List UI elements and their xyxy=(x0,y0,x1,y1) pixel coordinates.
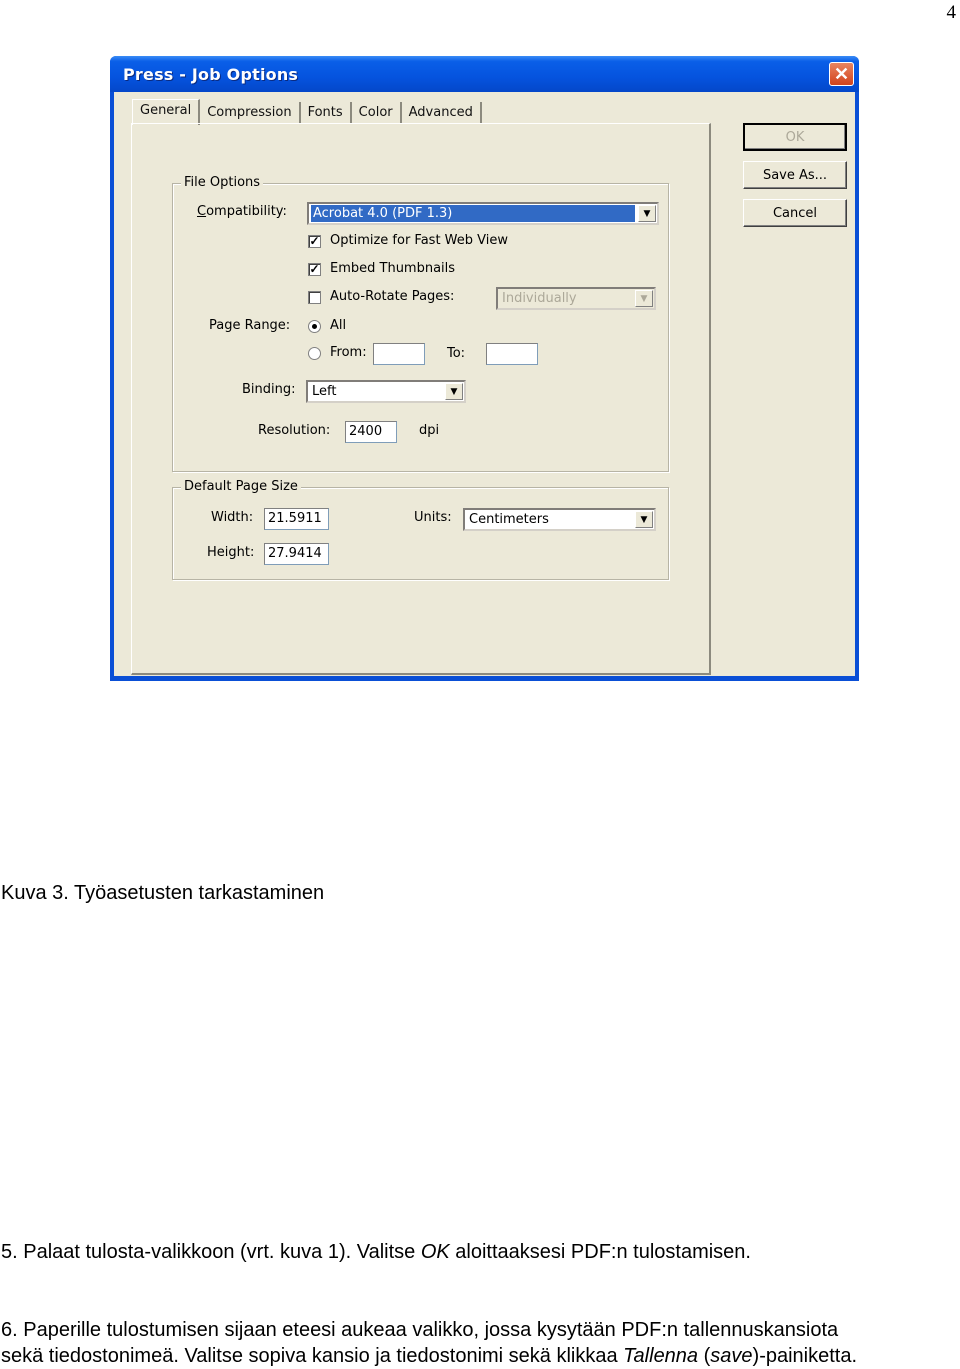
units-label: Units: xyxy=(414,510,452,525)
page-range-all-label: All xyxy=(330,318,347,333)
height-label: Height: xyxy=(207,545,255,560)
radio-selected-dot xyxy=(312,324,317,329)
save-as-button[interactable]: Save As... xyxy=(743,161,847,189)
height-input[interactable]: 27.9414 xyxy=(264,543,329,565)
figure-caption: Kuva 3. Työasetusten tarkastaminen xyxy=(1,882,325,904)
dialog-title: Press - Job Options xyxy=(123,65,299,84)
tab-general[interactable]: General xyxy=(132,99,201,125)
checkmark-icon: ✓ xyxy=(309,234,320,248)
chevron-down-icon[interactable]: ▼ xyxy=(635,511,653,528)
cancel-button[interactable]: Cancel xyxy=(743,199,847,227)
step-6-paren: ( xyxy=(698,1345,711,1367)
file-options-group: File Options Compatibility: Acrobat 4.0 … xyxy=(172,175,669,472)
width-input[interactable]: 21.5911 xyxy=(264,508,329,530)
from-page-input[interactable] xyxy=(373,343,425,365)
job-options-dialog: Press - Job Options ✕ General Compressio… xyxy=(110,56,859,681)
compatibility-value: Acrobat 4.0 (PDF 1.3) xyxy=(311,205,635,222)
units-select[interactable]: Centimeters ▼ xyxy=(463,508,656,531)
compatibility-select[interactable]: Acrobat 4.0 (PDF 1.3) ▼ xyxy=(307,202,659,225)
title-bar[interactable]: Press - Job Options ✕ xyxy=(110,56,859,92)
resolution-label: Resolution: xyxy=(258,423,331,438)
optimize-checkbox[interactable]: ✓ xyxy=(308,235,321,248)
general-tab-panel: File Options Compatibility: Acrobat 4.0 … xyxy=(131,123,711,675)
chevron-down-icon[interactable]: ▼ xyxy=(638,205,656,222)
auto-rotate-select[interactable]: Individually ▼ xyxy=(496,287,656,310)
binding-select[interactable]: Left ▼ xyxy=(306,380,466,403)
chevron-down-icon[interactable]: ▼ xyxy=(635,290,653,307)
step-6-text: sekä tiedostonimeä. Valitse sopiva kansi… xyxy=(1,1345,624,1367)
dialog-client-area: General Compression Fonts Color Advanced… xyxy=(114,92,855,676)
resolution-unit: dpi xyxy=(419,423,440,438)
tallenna-emphasis: Tallenna xyxy=(623,1345,699,1367)
step-5-paragraph: 5. Palaat tulosta-valikkoon (vrt. kuva 1… xyxy=(1,1239,751,1265)
resolution-input[interactable]: 2400 xyxy=(345,421,397,443)
tab-strip: General Compression Fonts Color Advanced xyxy=(132,98,482,125)
page-number: 4 xyxy=(946,2,957,23)
page-size-legend: Default Page Size xyxy=(181,479,301,494)
binding-label: Binding: xyxy=(242,382,296,397)
step-5-ok-emphasis: OK xyxy=(420,1241,450,1263)
step-6-line-1: 6. Paperille tulostumisen sijaan eteesi … xyxy=(1,1319,839,1341)
auto-rotate-checkbox[interactable] xyxy=(308,291,321,304)
tab-color[interactable]: Color xyxy=(351,102,402,124)
optimize-label: Optimize for Fast Web View xyxy=(330,233,509,248)
embed-thumbnails-checkbox[interactable]: ✓ xyxy=(308,263,321,276)
ok-button[interactable]: OK xyxy=(743,123,847,151)
compatibility-label: Compatibility: xyxy=(197,204,287,219)
chevron-down-icon[interactable]: ▼ xyxy=(445,383,463,400)
binding-value: Left xyxy=(312,384,337,399)
auto-rotate-value: Individually xyxy=(502,291,577,306)
tab-compression[interactable]: Compression xyxy=(200,102,301,124)
from-label: From: xyxy=(330,345,367,360)
page-range-all-radio[interactable] xyxy=(308,320,321,333)
tab-fonts[interactable]: Fonts xyxy=(300,102,352,124)
page-range-from-radio[interactable] xyxy=(308,347,321,360)
units-value: Centimeters xyxy=(469,512,549,527)
page-range-label: Page Range: xyxy=(209,318,291,333)
checkmark-icon: ✓ xyxy=(309,262,320,276)
auto-rotate-label: Auto-Rotate Pages: xyxy=(330,289,455,304)
save-emphasis: save xyxy=(710,1345,753,1367)
file-options-legend: File Options xyxy=(181,175,264,190)
width-label: Width: xyxy=(211,510,254,525)
tab-advanced[interactable]: Advanced xyxy=(401,102,482,124)
step-5-text: 5. Palaat tulosta-valikkoon (vrt. kuva 1… xyxy=(1,1241,421,1263)
close-button[interactable]: ✕ xyxy=(829,62,854,86)
step-6-line-2: sekä tiedostonimeä. Valitse sopiva kansi… xyxy=(1,1343,857,1369)
step-5-text-end: aloittaaksesi PDF:n tulostamisen. xyxy=(449,1241,751,1263)
default-page-size-group: Default Page Size Width: 21.5911 Units: … xyxy=(172,479,669,580)
step-6-text-end: )-painiketta. xyxy=(752,1345,858,1367)
embed-thumbnails-label: Embed Thumbnails xyxy=(330,261,456,276)
step-6-paragraph: 6. Paperille tulostumisen sijaan eteesi … xyxy=(1,1317,857,1369)
to-label: To: xyxy=(447,346,466,361)
close-icon: ✕ xyxy=(833,64,850,84)
to-page-input[interactable] xyxy=(486,343,538,365)
